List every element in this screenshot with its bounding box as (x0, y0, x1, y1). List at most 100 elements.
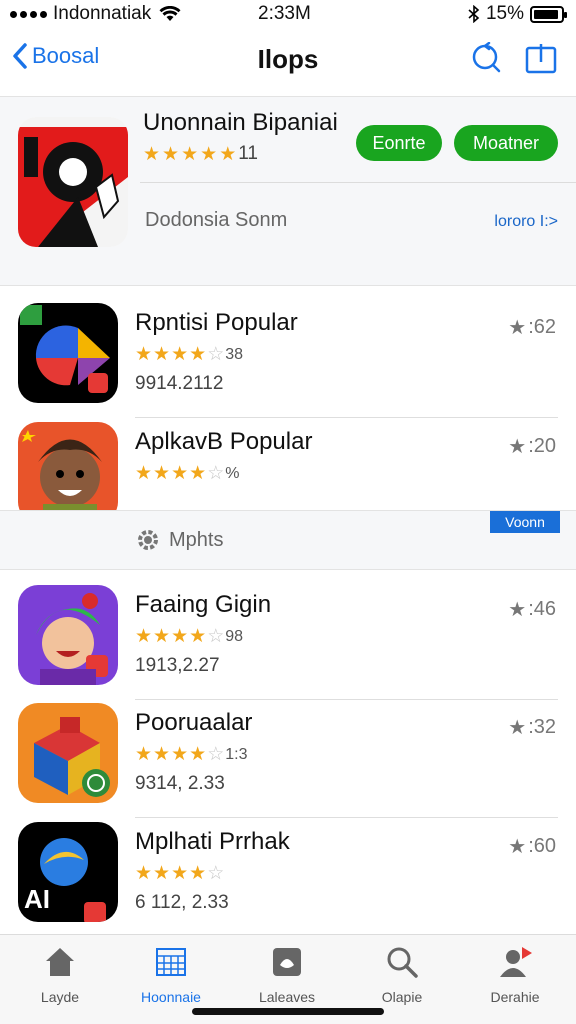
rating-count: 38 (225, 345, 244, 363)
tab-label: Olapie (381, 989, 423, 1005)
clock: 2:33M (258, 3, 311, 24)
featured-app-title: Unonnain Bipaniai (143, 109, 338, 136)
featured-card[interactable]: Unonnain Bipaniai ★ ★ ★ ★ ★ 11 Eonrte Mo… (0, 96, 576, 286)
star-icon: ★ (135, 863, 153, 884)
layers-icon (273, 948, 301, 976)
app-row[interactable]: AI Mplhati Prrhak ★ ★ ★ ★ ☆ 6 112, 2.33 … (0, 822, 576, 940)
score-value: :20 (528, 435, 556, 457)
star-outline-icon: ★ (508, 317, 527, 339)
app-score: ★ :46 (508, 597, 556, 622)
app-row[interactable]: Rpntisi Popular ★ ★ ★ ★ ☆ 38 9914.2112 ★… (0, 303, 576, 421)
app-icon[interactable] (18, 303, 118, 403)
featured-app-icon[interactable] (18, 117, 128, 247)
tab-layde[interactable]: Layde (10, 945, 110, 1005)
wifi-icon (159, 6, 181, 21)
app-meta: 9914.2112 (135, 373, 224, 394)
row-divider (135, 699, 558, 700)
rating-count: % (225, 464, 240, 482)
star-outline-icon: ★ (508, 717, 527, 739)
app-name: Rpntisi Popular (135, 309, 298, 336)
featured-button-secondary[interactable]: Moatner (454, 125, 558, 161)
gear-icon (138, 530, 158, 550)
app-meta: 6 112, 2.33 (135, 892, 229, 913)
home-indicator[interactable] (192, 1008, 384, 1015)
row-divider (135, 817, 558, 818)
star-icon: ★ (171, 344, 189, 365)
star-icon: ★ (153, 344, 171, 365)
star-icon: ★ (189, 626, 207, 647)
star-icon: ★ (153, 463, 171, 484)
carrier-label: Indonnatiak (53, 3, 152, 24)
tab-label: Derahie (490, 989, 540, 1005)
battery-icon (530, 5, 567, 23)
star-icon: ★ (162, 143, 180, 165)
app-meta: 9314, 2.33 (135, 773, 225, 794)
featured-rating-count: 11 (238, 143, 258, 164)
search-icon (387, 947, 418, 978)
tab-olapie[interactable]: Olapie (352, 945, 452, 1005)
app-name: Faaing Gigin (135, 591, 272, 618)
svg-text:AI: AI (24, 884, 50, 914)
app-meta: 1913,2.27 (135, 655, 220, 676)
app-icon[interactable] (18, 422, 118, 522)
star-outline-icon: ★ (508, 436, 527, 458)
star-icon: ★ (153, 863, 171, 884)
featured-rating: ★ ★ ★ ★ ★ 11 (143, 143, 258, 165)
featured-link[interactable]: lororo I:> (494, 213, 558, 231)
star-icon: ★ (200, 143, 218, 165)
app-name: AplkavB Popular (135, 428, 313, 455)
insights-label: Mphts (169, 528, 224, 551)
navigation-bar: Boosal Ilops (0, 30, 576, 92)
star-icon: ★ (135, 626, 153, 647)
signal-icon (10, 10, 47, 18)
star-icon: ☆ (207, 463, 225, 484)
share-icon[interactable] (524, 42, 558, 76)
featured-button-primary[interactable]: Eonrte (356, 125, 442, 161)
app-rating: ★ ★ ★ ★ ☆ 98 (135, 627, 243, 646)
tab-label: Layde (40, 989, 80, 1005)
tab-hoonnaie[interactable]: Hoonnaie (121, 945, 221, 1005)
star-icon: ★ (219, 143, 237, 165)
app-rating: ★ ★ ★ ★ ☆ 1:3 (135, 745, 247, 764)
nav-actions (470, 42, 558, 76)
app-icon[interactable] (18, 703, 118, 803)
star-icon: ★ (153, 626, 171, 647)
star-icon: ☆ (207, 744, 225, 765)
score-value: :46 (528, 598, 556, 620)
status-right: 15% (468, 3, 567, 25)
star-icon: ☆ (207, 626, 225, 647)
star-icon: ★ (143, 143, 161, 165)
tab-label: Laleaves (258, 989, 316, 1005)
star-icon: ★ (171, 863, 189, 884)
star-icon: ★ (189, 863, 207, 884)
star-icon: ★ (171, 626, 189, 647)
tab-laleaves[interactable]: Laleaves (237, 945, 337, 1005)
insights-badge-button[interactable]: Voonn (490, 511, 560, 533)
home-icon (46, 948, 74, 976)
app-name: Pooruaalar (135, 709, 253, 736)
star-icon: ★ (189, 344, 207, 365)
star-icon: ★ (189, 744, 207, 765)
app-icon[interactable]: AI (18, 822, 118, 922)
featured-subtitle: Dodonsia Sonm (145, 209, 288, 231)
app-row[interactable]: Pooruaalar ★ ★ ★ ★ ☆ 1:3 9314, 2.33 ★ :3… (0, 703, 576, 821)
app-row[interactable]: Faaing Gigin ★ ★ ★ ★ ☆ 98 1913,2.27 ★ :4… (0, 585, 576, 703)
star-outline-icon: ★ (508, 599, 527, 621)
app-score: ★ :60 (508, 834, 556, 859)
star-icon: ★ (171, 463, 189, 484)
score-value: :62 (528, 316, 556, 338)
bluetooth-icon (468, 5, 480, 23)
insights-row[interactable]: Mphts (135, 527, 223, 553)
star-icon: ★ (171, 744, 189, 765)
rating-count: 1:3 (225, 745, 248, 763)
app-name: Mplhati Prrhak (135, 828, 290, 855)
status-left: Indonnatiak (10, 3, 181, 25)
profile-icon (500, 947, 532, 977)
app-rating: ★ ★ ★ ★ ☆ % (135, 464, 239, 483)
refresh-search-icon[interactable] (470, 42, 502, 74)
score-value: :60 (528, 835, 556, 857)
app-icon[interactable] (18, 585, 118, 685)
star-outline-icon: ★ (508, 836, 527, 858)
star-icon: ☆ (207, 344, 225, 365)
tab-derahie[interactable]: Derahie (465, 945, 565, 1005)
